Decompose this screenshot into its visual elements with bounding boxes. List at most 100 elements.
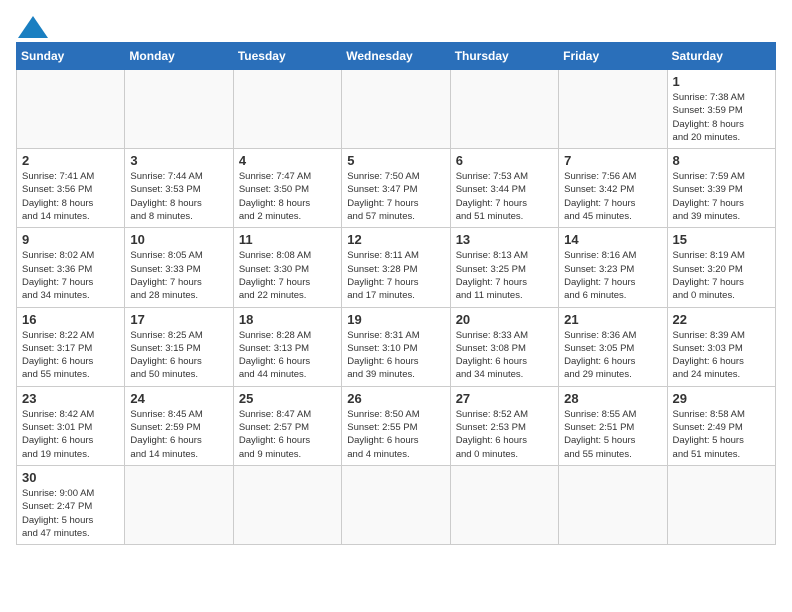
calendar-cell — [125, 70, 233, 149]
calendar-cell: 16 Sunrise: 8:22 AM Sunset: 3:17 PM Dayli… — [17, 307, 125, 386]
day-number: 9 — [22, 232, 119, 247]
day-number: 8 — [673, 153, 770, 168]
day-info: Sunrise: 7:50 AM Sunset: 3:47 PM Dayligh… — [347, 170, 444, 223]
day-info: Sunrise: 8:22 AM Sunset: 3:17 PM Dayligh… — [22, 329, 119, 382]
day-number: 6 — [456, 153, 553, 168]
day-number: 22 — [673, 312, 770, 327]
page-header — [16, 16, 776, 34]
day-info: Sunrise: 7:47 AM Sunset: 3:50 PM Dayligh… — [239, 170, 336, 223]
calendar-cell: 8Sunrise: 7:59 AM Sunset: 3:39 PM Daylig… — [667, 149, 775, 228]
week-row-1: 1Sunrise: 7:38 AM Sunset: 3:59 PM Daylig… — [17, 70, 776, 149]
day-number: 23 — [22, 391, 119, 406]
calendar-cell: 25Sunrise: 8:47 AM Sunset: 2:57 PM Dayli… — [233, 386, 341, 465]
calendar-cell: 9Sunrise: 8:02 AM Sunset: 3:36 PM Daylig… — [17, 228, 125, 307]
day-info: Sunrise: 8:58 AM Sunset: 2:49 PM Dayligh… — [673, 408, 770, 461]
day-number: 12 — [347, 232, 444, 247]
day-number: 26 — [347, 391, 444, 406]
day-info: Sunrise: 8:31 AM Sunset: 3:10 PM Dayligh… — [347, 329, 444, 382]
week-row-5: 23 Sunrise: 8:42 AM Sunset: 3:01 PM Dayli… — [17, 386, 776, 465]
calendar-cell: 13 Sunrise: 8:13 AM Sunset: 3:25 PM Dayli… — [450, 228, 558, 307]
calendar-cell — [342, 70, 450, 149]
week-row-3: 9Sunrise: 8:02 AM Sunset: 3:36 PM Daylig… — [17, 228, 776, 307]
calendar-cell: 1Sunrise: 7:38 AM Sunset: 3:59 PM Daylig… — [667, 70, 775, 149]
calendar-cell: 12Sunrise: 8:11 AM Sunset: 3:28 PM Dayli… — [342, 228, 450, 307]
calendar-cell — [559, 70, 667, 149]
day-info: Sunrise: 8:33 AM Sunset: 3:08 PM Dayligh… — [456, 329, 553, 382]
calendar-cell: 11Sunrise: 8:08 AM Sunset: 3:30 PM Dayli… — [233, 228, 341, 307]
calendar-cell — [450, 70, 558, 149]
day-number: 14 — [564, 232, 661, 247]
day-number: 19 — [347, 312, 444, 327]
logo-blue-icon — [18, 16, 48, 38]
day-number: 27 — [456, 391, 553, 406]
calendar-cell: 22 Sunrise: 8:39 AM Sunset: 3:03 PM Dayli… — [667, 307, 775, 386]
calendar-cell: 23 Sunrise: 8:42 AM Sunset: 3:01 PM Dayli… — [17, 386, 125, 465]
day-info: Sunrise: 8:36 AM Sunset: 3:05 PM Dayligh… — [564, 329, 661, 382]
week-row-2: 2 Sunrise: 7:41 AM Sunset: 3:56 PM Daylig… — [17, 149, 776, 228]
calendar-cell: 18 Sunrise: 8:28 AM Sunset: 3:13 PM Dayli… — [233, 307, 341, 386]
header-wednesday: Wednesday — [342, 43, 450, 70]
calendar-cell: 24 Sunrise: 8:45 AM Sunset: 2:59 PM Dayli… — [125, 386, 233, 465]
calendar-cell — [125, 465, 233, 544]
calendar-cell: 15Sunrise: 8:19 AM Sunset: 3:20 PM Dayli… — [667, 228, 775, 307]
calendar-cell: 7Sunrise: 7:56 AM Sunset: 3:42 PM Daylig… — [559, 149, 667, 228]
calendar-cell — [233, 465, 341, 544]
day-number: 21 — [564, 312, 661, 327]
header-sunday: Sunday — [17, 43, 125, 70]
day-info: Sunrise: 8:55 AM Sunset: 2:51 PM Dayligh… — [564, 408, 661, 461]
day-info: Sunrise: 8:13 AM Sunset: 3:25 PM Dayligh… — [456, 249, 553, 302]
day-info: Sunrise: 8:39 AM Sunset: 3:03 PM Dayligh… — [673, 329, 770, 382]
header-saturday: Saturday — [667, 43, 775, 70]
calendar-cell: 2 Sunrise: 7:41 AM Sunset: 3:56 PM Daylig… — [17, 149, 125, 228]
day-number: 16 — [22, 312, 119, 327]
day-info: Sunrise: 8:19 AM Sunset: 3:20 PM Dayligh… — [673, 249, 770, 302]
day-info: Sunrise: 7:44 AM Sunset: 3:53 PM Dayligh… — [130, 170, 227, 223]
day-info: Sunrise: 7:41 AM Sunset: 3:56 PM Dayligh… — [22, 170, 119, 223]
day-info: Sunrise: 8:52 AM Sunset: 2:53 PM Dayligh… — [456, 408, 553, 461]
day-number: 4 — [239, 153, 336, 168]
day-number: 5 — [347, 153, 444, 168]
day-number: 30 — [22, 470, 119, 485]
day-info: Sunrise: 8:25 AM Sunset: 3:15 PM Dayligh… — [130, 329, 227, 382]
calendar-cell: 4 Sunrise: 7:47 AM Sunset: 3:50 PM Daylig… — [233, 149, 341, 228]
day-info: Sunrise: 8:05 AM Sunset: 3:33 PM Dayligh… — [130, 249, 227, 302]
header-tuesday: Tuesday — [233, 43, 341, 70]
day-number: 13 — [456, 232, 553, 247]
day-number: 17 — [130, 312, 227, 327]
calendar-cell: 30 Sunrise: 9:00 AM Sunset: 2:47 PM Dayli… — [17, 465, 125, 544]
header-thursday: Thursday — [450, 43, 558, 70]
week-row-6: 30 Sunrise: 9:00 AM Sunset: 2:47 PM Dayli… — [17, 465, 776, 544]
calendar-cell — [233, 70, 341, 149]
day-info: Sunrise: 8:08 AM Sunset: 3:30 PM Dayligh… — [239, 249, 336, 302]
calendar-cell: 6 Sunrise: 7:53 AM Sunset: 3:44 PM Daylig… — [450, 149, 558, 228]
day-info: Sunrise: 7:53 AM Sunset: 3:44 PM Dayligh… — [456, 170, 553, 223]
day-number: 20 — [456, 312, 553, 327]
day-number: 18 — [239, 312, 336, 327]
day-info: Sunrise: 8:42 AM Sunset: 3:01 PM Dayligh… — [22, 408, 119, 461]
day-number: 28 — [564, 391, 661, 406]
header-friday: Friday — [559, 43, 667, 70]
calendar-cell — [559, 465, 667, 544]
day-info: Sunrise: 7:56 AM Sunset: 3:42 PM Dayligh… — [564, 170, 661, 223]
day-info: Sunrise: 8:28 AM Sunset: 3:13 PM Dayligh… — [239, 329, 336, 382]
day-info: Sunrise: 8:50 AM Sunset: 2:55 PM Dayligh… — [347, 408, 444, 461]
logo — [16, 16, 48, 34]
calendar-cell: 20 Sunrise: 8:33 AM Sunset: 3:08 PM Dayli… — [450, 307, 558, 386]
day-info: Sunrise: 9:00 AM Sunset: 2:47 PM Dayligh… — [22, 487, 119, 540]
day-number: 3 — [130, 153, 227, 168]
calendar-header-row: SundayMondayTuesdayWednesdayThursdayFrid… — [17, 43, 776, 70]
calendar-cell — [450, 465, 558, 544]
calendar-cell: 10 Sunrise: 8:05 AM Sunset: 3:33 PM Dayli… — [125, 228, 233, 307]
day-number: 2 — [22, 153, 119, 168]
day-info: Sunrise: 8:16 AM Sunset: 3:23 PM Dayligh… — [564, 249, 661, 302]
header-monday: Monday — [125, 43, 233, 70]
day-number: 10 — [130, 232, 227, 247]
day-number: 24 — [130, 391, 227, 406]
calendar-table: SundayMondayTuesdayWednesdayThursdayFrid… — [16, 42, 776, 545]
calendar-cell: 3 Sunrise: 7:44 AM Sunset: 3:53 PM Daylig… — [125, 149, 233, 228]
calendar-cell — [17, 70, 125, 149]
calendar-cell: 27 Sunrise: 8:52 AM Sunset: 2:53 PM Dayli… — [450, 386, 558, 465]
calendar-cell: 28 Sunrise: 8:55 AM Sunset: 2:51 PM Dayli… — [559, 386, 667, 465]
day-number: 25 — [239, 391, 336, 406]
day-info: Sunrise: 8:45 AM Sunset: 2:59 PM Dayligh… — [130, 408, 227, 461]
